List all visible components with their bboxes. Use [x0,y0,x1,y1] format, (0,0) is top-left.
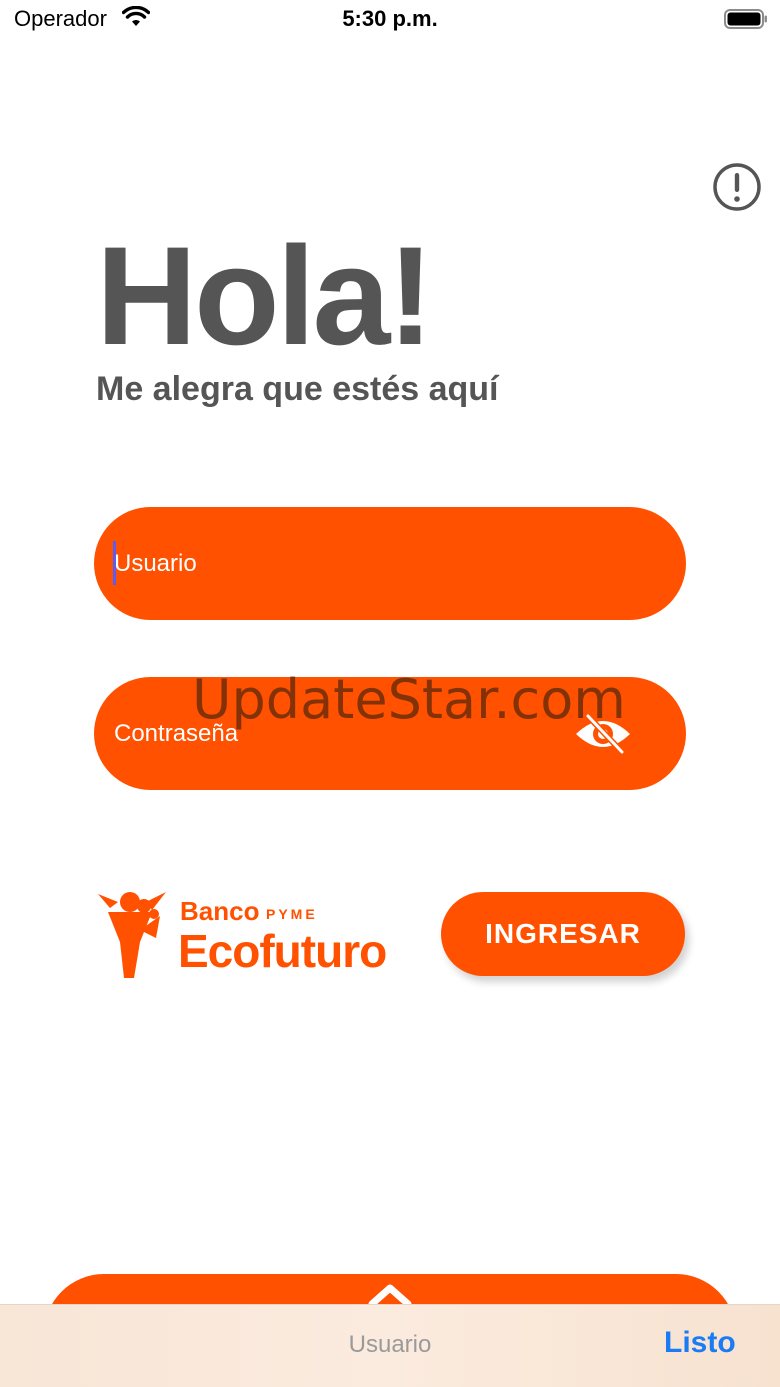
toolbar-field-label: Usuario [348,1331,432,1358]
logo-banco-text: Banco [180,896,260,926]
logo-brand-name: Ecofuturo [178,925,387,977]
password-input[interactable] [114,677,574,790]
battery-icon [724,9,768,34]
password-visibility-toggle[interactable] [574,713,632,755]
people-logo-icon [98,892,166,978]
status-time: 5:30 p.m. [342,6,438,31]
done-button[interactable]: Listo [664,1326,736,1360]
eye-slash-icon [576,713,630,755]
login-button[interactable]: INGRESAR [441,892,685,976]
text-caret [113,541,116,585]
username-field[interactable] [94,507,686,620]
exclamation-circle-icon [713,163,761,211]
info-button[interactable] [712,162,762,212]
greeting-subtitle: Me alegra que estés aquí [96,370,499,408]
username-input[interactable] [114,507,574,620]
logo-pyme-text: PYME [266,906,318,922]
bank-logo: Banco PYME Ecofuturo [94,886,424,982]
greeting-title: Hola! [96,217,434,374]
status-bar: Operador 5:30 p.m. [0,0,780,40]
